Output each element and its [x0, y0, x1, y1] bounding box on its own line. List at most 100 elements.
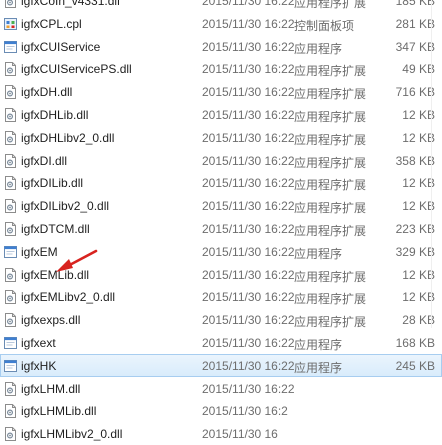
dll-file-icon: [4, 313, 17, 328]
application-icon: [4, 40, 17, 54]
file-row[interactable]: igfxCUIService 2015/11/30 16:22 应用程序 347 KB: [0, 35, 442, 58]
application-icon: [4, 359, 17, 373]
file-name: igfxCPL.cpl: [21, 16, 82, 31]
file-row[interactable]: igfxLHMLib.dll 2015/11/30 16:2: [0, 399, 442, 422]
dll-file-icon: [4, 153, 17, 168]
dll-file-icon: [4, 176, 17, 191]
file-name: igfxHK: [21, 358, 57, 373]
file-row[interactable]: igfxLHMLibv2_0.dll 2015/11/30 16: [0, 422, 442, 445]
file-row[interactable]: igfxDH.dll 2015/11/30 16:22 应用程序扩展 716 KB: [0, 80, 442, 103]
file-name: igfxCUIService: [21, 39, 101, 54]
control-panel-icon: [4, 17, 17, 31]
dll-file-icon: [4, 107, 17, 122]
dll-file-icon: [4, 85, 17, 100]
file-date-modified: 2015/11/30 16:22: [202, 267, 295, 282]
file-date-modified: 2015/11/30 16:22: [202, 313, 295, 328]
file-date-modified: 2015/11/30 16:22: [202, 16, 295, 31]
file-type: 应用程序扩展: [294, 87, 367, 102]
file-type: 应用程序扩展: [294, 64, 367, 79]
dll-file-icon: [4, 404, 17, 419]
dll-file-icon: [4, 0, 17, 8]
file-date-modified: 2015/11/30 16:22: [202, 153, 295, 168]
file-name: igfxCoIn_v4331.dll: [21, 0, 120, 8]
file-row[interactable]: igfxCPL.cpl 2015/11/30 16:22 控制面板项 281 KB: [0, 12, 442, 35]
dll-file-icon: [4, 199, 17, 214]
file-type: 应用程序: [294, 360, 343, 375]
file-list: igfxCoIn_v4331.dll 2015/11/30 16:22 应用程序扩展…: [0, 0, 442, 445]
file-type: 应用程序扩展: [294, 178, 367, 193]
file-date-modified: 2015/11/30 16:22: [202, 107, 295, 122]
file-row[interactable]: igfxDILib.dll 2015/11/30 16:22 应用程序扩展 12 KB: [0, 171, 442, 194]
file-date-modified: 2015/11/30 16:22: [202, 39, 295, 54]
dll-file-icon: [4, 290, 17, 305]
file-type: 控制面板项: [294, 18, 355, 33]
file-date-modified: 2015/11/30 16:22: [202, 358, 295, 373]
file-date-modified: 2015/11/30 16:22: [202, 130, 295, 145]
file-row[interactable]: igfxDHLib.dll 2015/11/30 16:22 应用程序扩展 12 KB: [0, 103, 442, 126]
file-date-modified: 2015/11/30 16:22: [202, 221, 295, 236]
file-date-modified: 2015/11/30 16:22: [202, 244, 295, 259]
file-row[interactable]: igfxDTCM.dll 2015/11/30 16:22 应用程序扩展 223 KB: [0, 217, 442, 240]
file-row[interactable]: igfxCoIn_v4331.dll 2015/11/30 16:22 应用程序扩展…: [0, 0, 442, 12]
file-row[interactable]: igfxEM 2015/11/30 16:22 应用程序 329 KB: [0, 240, 442, 263]
file-name: igfxLHM.dll: [21, 381, 81, 396]
dll-file-icon: [4, 381, 17, 396]
file-name: igfxEMLib.dll: [21, 267, 90, 282]
file-size: 358 KB: [395, 153, 435, 168]
file-row[interactable]: igfxEMLib.dll 2015/11/30 16:22 应用程序扩展 12 KB: [0, 263, 442, 286]
file-name: igfxCUIServicePS.dll: [21, 62, 132, 77]
file-type: 应用程序扩展: [294, 0, 367, 10]
file-row[interactable]: igfxHK 2015/11/30 16:22 应用程序 245 KB: [0, 353, 442, 377]
file-size: 185 KB: [395, 0, 435, 8]
file-date-modified: 2015/11/30 16:22: [202, 0, 295, 8]
file-row[interactable]: igfxEMLibv2_0.dll 2015/11/30 16:22 应用程序扩展 1…: [0, 285, 442, 308]
file-row[interactable]: igfxDI.dll 2015/11/30 16:22 应用程序扩展 358 KB: [0, 149, 442, 172]
file-size: 281 KB: [395, 16, 435, 31]
file-type: 应用程序扩展: [294, 223, 367, 238]
file-name: igfxDILibv2_0.dll: [21, 199, 110, 214]
column-divider: [431, 0, 432, 328]
file-size: 347 KB: [395, 39, 435, 54]
application-icon: [4, 336, 17, 350]
file-size: 716 KB: [395, 85, 435, 100]
file-date-modified: 2015/11/30 16:22: [202, 290, 295, 305]
dll-file-icon: [4, 130, 17, 145]
file-type: 应用程序扩展: [294, 132, 367, 147]
file-name: igfxEM: [21, 244, 58, 259]
file-type: 应用程序扩展: [294, 269, 367, 284]
file-date-modified: 2015/11/30 16:22: [202, 62, 295, 77]
file-type: 应用程序扩展: [294, 201, 367, 216]
file-type: 应用程序扩展: [294, 155, 367, 170]
file-type: 应用程序扩展: [294, 292, 367, 307]
file-type: 应用程序: [294, 246, 343, 261]
file-type: 应用程序: [294, 337, 343, 352]
file-row[interactable]: igfxLHM.dll 2015/11/30 16:22: [0, 377, 442, 400]
file-type: 应用程序扩展: [294, 109, 367, 124]
file-name: igfxexps.dll: [21, 313, 81, 328]
file-name: igfxLHMLib.dll: [21, 404, 97, 419]
file-size: 329 KB: [395, 244, 435, 259]
file-name: igfxext: [21, 335, 56, 350]
file-name: igfxDHLibv2_0.dll: [21, 130, 115, 145]
file-name: igfxDHLib.dll: [21, 107, 89, 122]
file-name: igfxDTCM.dll: [21, 221, 90, 236]
application-icon: [4, 245, 17, 259]
file-name: igfxDILib.dll: [21, 176, 84, 191]
dll-file-icon: [4, 267, 17, 282]
file-date-modified: 2015/11/30 16:22: [202, 85, 295, 100]
file-name: igfxLHMLibv2_0.dll: [21, 427, 123, 442]
file-row[interactable]: igfxCUIServicePS.dll 2015/11/30 16:22 应用程序…: [0, 57, 442, 80]
dll-file-icon: [4, 62, 17, 77]
file-date-modified: 2015/11/30 16:22: [202, 381, 295, 396]
dll-file-icon: [4, 221, 17, 236]
file-size: 223 KB: [395, 221, 435, 236]
file-size: 245 KB: [395, 358, 435, 373]
file-date-modified: 2015/11/30 16: [202, 427, 278, 442]
file-name: igfxDH.dll: [21, 85, 73, 100]
file-row[interactable]: igfxDILibv2_0.dll 2015/11/30 16:22 应用程序扩展 1…: [0, 194, 442, 217]
file-date-modified: 2015/11/30 16:22: [202, 335, 295, 350]
file-type: 应用程序: [294, 41, 343, 56]
file-row[interactable]: igfxext 2015/11/30 16:22 应用程序 168 KB: [0, 331, 442, 354]
file-name: igfxDI.dll: [21, 153, 68, 168]
file-row[interactable]: igfxDHLibv2_0.dll 2015/11/30 16:22 应用程序扩展 1…: [0, 126, 442, 149]
